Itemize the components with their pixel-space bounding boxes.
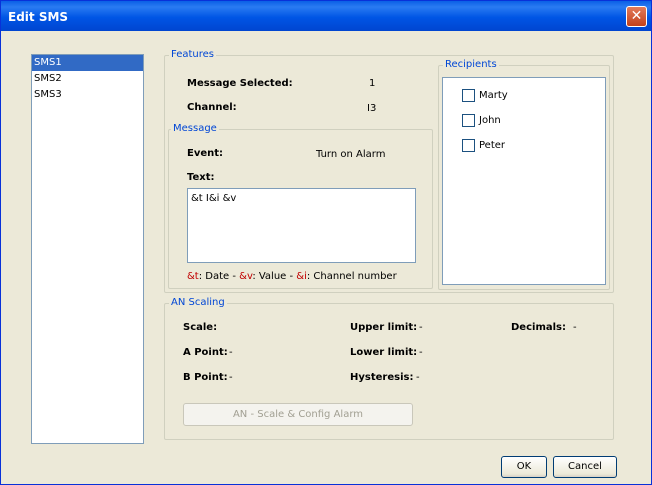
recipient-checkbox[interactable] [462,88,475,102]
cancel-button[interactable]: Cancel [553,456,617,478]
close-button[interactable]: ✕ [626,6,647,27]
upper-limit-label: Upper limit: [350,322,418,333]
text-label: Text: [187,172,215,183]
recipient-label: John [479,114,501,126]
channel-label: Channel: [187,102,237,113]
sms-list-item-3[interactable]: SMS3 [32,87,143,103]
value-code: &v [239,271,253,282]
decimals-value: - [573,322,577,333]
b-point-label: B Point: [183,372,228,383]
an-scaling-legend: AN Scaling [169,297,227,309]
ok-button[interactable]: OK [501,456,547,478]
message-selected-value: 1 [369,78,376,89]
upper-limit-value: - [419,322,423,333]
message-selected-label: Message Selected: [187,78,293,89]
window-title: Edit SMS [8,10,69,24]
event-label: Event: [187,148,224,159]
channel-value: I3 [367,103,377,114]
b-point-value: - [229,372,233,383]
edit-sms-dialog: Edit SMS ✕ SMS1 SMS2 SMS3 Features Messa… [0,0,652,485]
sms-list[interactable]: SMS1 SMS2 SMS3 [31,54,144,444]
recipient-checkbox[interactable] [462,138,475,152]
recipient-checkbox[interactable] [462,113,475,127]
decimals-label: Decimals: [511,322,566,333]
value-desc: : Value - [252,271,297,282]
event-value: Turn on Alarm [316,149,386,160]
a-point-label: A Point: [183,347,228,358]
features-legend: Features [169,49,216,61]
recipients-list: Marty John Peter [442,77,606,285]
recipient-label: Peter [479,139,506,151]
lower-limit-value: - [419,347,423,358]
message-legend: Message [171,123,219,135]
close-icon: ✕ [630,8,643,24]
hysteresis-value: - [416,372,420,383]
lower-limit-label: Lower limit: [350,347,418,358]
sms-list-item-1[interactable]: SMS1 [32,55,143,71]
recipient-peter[interactable]: Peter [462,138,505,152]
recipient-marty[interactable]: Marty [462,88,508,102]
scale-config-alarm-button[interactable]: AN - Scale & Config Alarm [183,403,413,426]
recipients-legend: Recipients [443,59,499,71]
placeholder-legend: &t: Date - &v: Value - &i: Channel numbe… [187,271,397,282]
a-point-value: - [229,347,233,358]
channel-desc: : Channel number [306,271,397,282]
date-code: &t [187,271,199,282]
date-desc: : Date - [198,271,240,282]
scale-label: Scale: [183,322,218,333]
sms-list-item-2[interactable]: SMS2 [32,71,143,87]
channel-code: &i [296,271,307,282]
recipient-john[interactable]: John [462,113,501,127]
message-text-input[interactable]: &t I&i &v [187,188,416,263]
title-bar[interactable]: Edit SMS ✕ [1,1,651,31]
hysteresis-label: Hysteresis: [350,372,414,383]
recipient-label: Marty [479,89,508,101]
